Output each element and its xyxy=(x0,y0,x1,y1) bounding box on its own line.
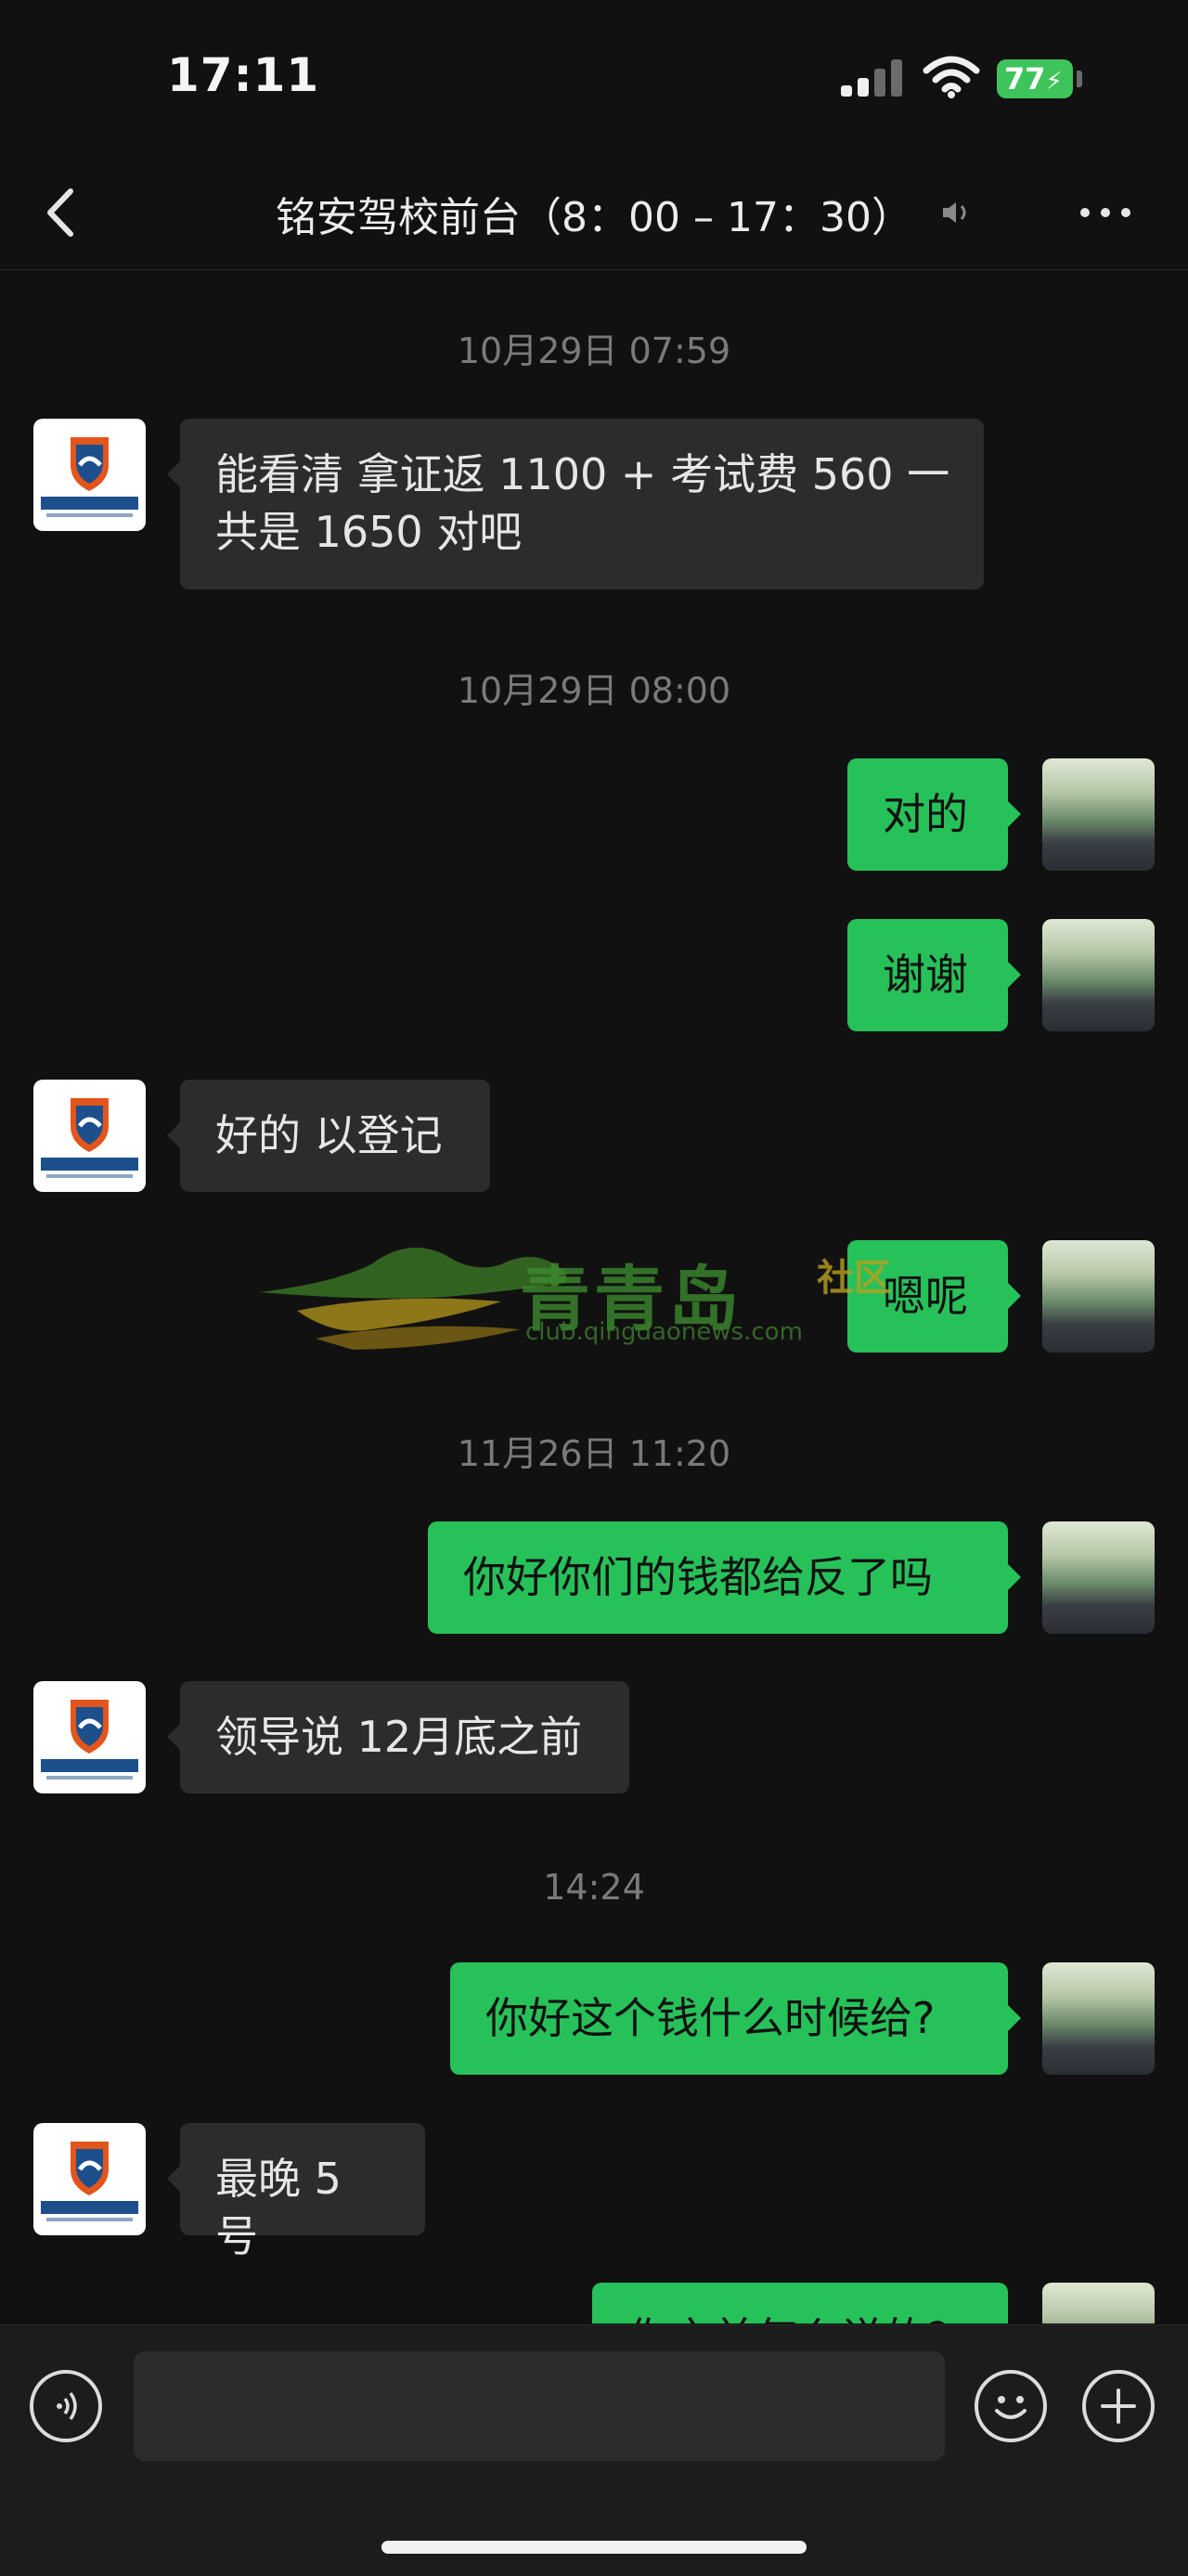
watermark-url: club.qingdaonews.com xyxy=(525,1318,803,1346)
user-avatar[interactable] xyxy=(1042,1240,1155,1353)
voice-input-button[interactable] xyxy=(30,2370,102,2442)
user-avatar[interactable] xyxy=(1042,919,1155,1031)
incoming-message[interactable]: 领导说 12月底之前 xyxy=(167,1681,629,1793)
chat-title: 铭安驾校前台（8：00 – 17：30） xyxy=(276,194,912,241)
home-indicator[interactable] xyxy=(381,2541,807,2554)
more-actions-button[interactable] xyxy=(1082,2370,1155,2442)
message-text: 好的 以登记 xyxy=(215,1110,443,1160)
charging-bolt-icon: ⚡ xyxy=(1045,68,1063,96)
school-avatar[interactable] xyxy=(33,2123,146,2235)
message-text: 你好这个钱什么时候给? xyxy=(485,1993,936,2043)
message-text: 领导说 12月底之前 xyxy=(215,1712,583,1762)
smiley-icon xyxy=(995,2396,1027,2419)
emoji-button[interactable] xyxy=(975,2370,1047,2442)
outgoing-message[interactable]: 对的 xyxy=(847,758,1021,871)
back-button[interactable] xyxy=(33,180,89,245)
user-avatar[interactable] xyxy=(1042,758,1155,871)
input-bar xyxy=(0,2324,1188,2576)
school-avatar[interactable] xyxy=(33,419,146,531)
plus-icon xyxy=(1101,2388,1136,2424)
message-text: 最晚 5 号 xyxy=(215,2154,342,2261)
more-options-button[interactable] xyxy=(1077,195,1142,232)
status-bar: 17:11 77⚡ xyxy=(0,0,1188,158)
message-text: 对的 xyxy=(883,789,968,839)
chat-header: 铭安驾校前台（8：00 – 17：30） xyxy=(0,158,1188,270)
school-avatar[interactable] xyxy=(33,1681,146,1793)
timestamp: 10月29日 07:59 xyxy=(457,330,731,371)
outgoing-message[interactable]: 你好你们的钱都给反了吗 xyxy=(428,1521,1021,1634)
wifi-icon xyxy=(923,56,980,98)
user-avatar[interactable] xyxy=(1042,1521,1155,1634)
school-avatar[interactable] xyxy=(33,1080,146,1192)
message-text: 你之前怎么说的？ xyxy=(627,2313,969,2324)
outgoing-message[interactable]: 你好这个钱什么时候给? xyxy=(450,1962,1021,2075)
user-avatar[interactable] xyxy=(1042,1962,1155,2075)
incoming-message[interactable]: 能看清 拿证返 1100 + 考试费 560 一 共是 1650 对吧 xyxy=(167,419,984,589)
timestamp: 10月29日 08:00 xyxy=(457,670,731,711)
message-text: 你好你们的钱都给反了吗 xyxy=(463,1552,933,1602)
timestamp: 11月26日 11:20 xyxy=(457,1433,731,1474)
battery-nub xyxy=(1077,71,1082,87)
battery-level: 77 xyxy=(1004,61,1046,97)
incoming-message[interactable]: 最晚 5 号 xyxy=(167,2123,425,2261)
user-avatar[interactable] xyxy=(1042,2283,1155,2324)
message-line: 能看清 拿证返 1100 + 考试费 560 一 xyxy=(215,449,950,499)
message-input[interactable] xyxy=(134,2351,945,2461)
cellular-signal-icon xyxy=(841,58,906,97)
status-time: 17:11 xyxy=(167,48,320,102)
outgoing-message[interactable]: 谢谢 xyxy=(847,919,1021,1031)
voice-wave-icon xyxy=(57,2391,77,2421)
message-line: 共是 1650 对吧 xyxy=(215,507,523,557)
outgoing-message[interactable]: 你之前怎么说的？ xyxy=(592,2283,1008,2324)
incoming-message[interactable]: 好的 以登记 xyxy=(167,1080,490,1192)
timestamp: 14:24 xyxy=(543,1867,645,1908)
watermark-badge: 社区 xyxy=(817,1257,891,1300)
mute-voice-icon xyxy=(943,202,966,223)
battery-indicator: 77⚡ xyxy=(997,59,1073,98)
message-text: 谢谢 xyxy=(883,950,968,1000)
